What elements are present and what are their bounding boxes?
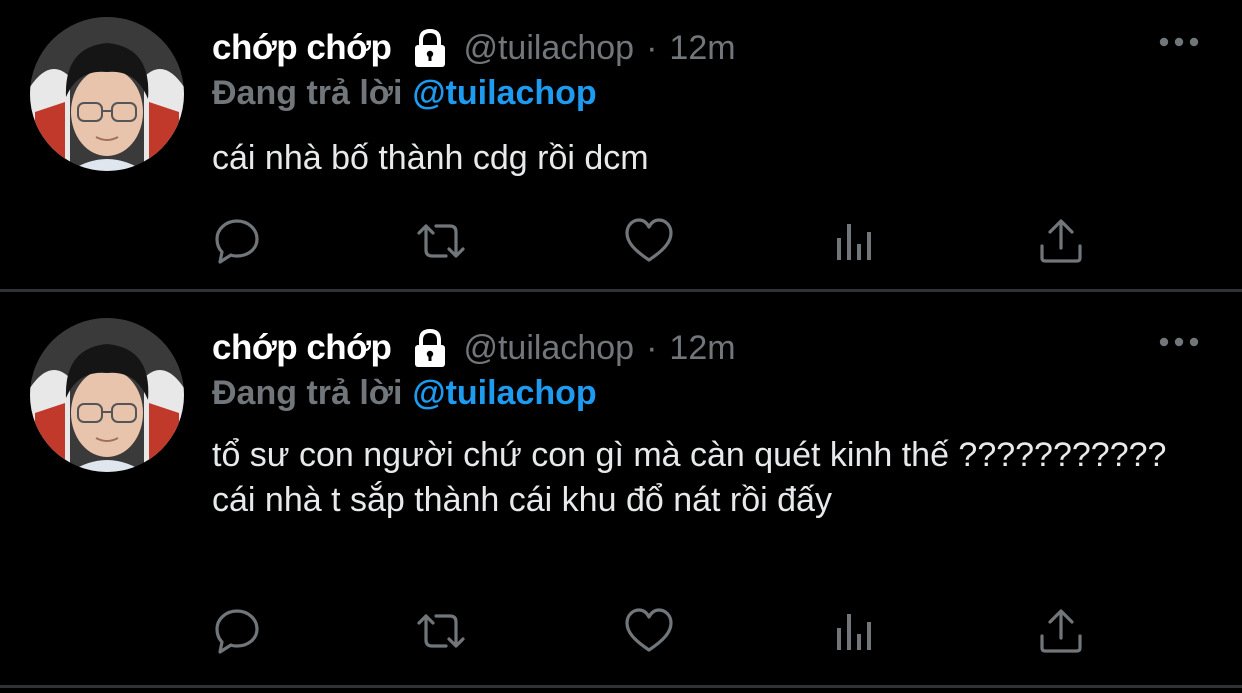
author-name[interactable]: chớp chớp bbox=[212, 328, 392, 368]
lock-icon bbox=[411, 328, 449, 368]
lock-icon bbox=[411, 28, 449, 68]
author-handle[interactable]: @tuilachop bbox=[463, 329, 634, 368]
author-handle[interactable]: @tuilachop bbox=[463, 29, 634, 68]
tweet-actions bbox=[0, 606, 1242, 656]
replying-to: Đang trả lời @tuilachop bbox=[212, 374, 597, 413]
reply-icon[interactable] bbox=[212, 216, 262, 266]
separator-dot: · bbox=[646, 328, 658, 367]
tweet-text: cái nhà bố thành cdg rồi dcm bbox=[212, 139, 649, 177]
retweet-icon[interactable] bbox=[416, 216, 466, 266]
tweet-text: tổ sư con người chứ con gì mà càn quét k… bbox=[212, 436, 1167, 519]
tweet-header: chớp chớp @tuilachop · 12m bbox=[212, 326, 736, 370]
more-icon[interactable] bbox=[1158, 32, 1200, 52]
share-icon[interactable] bbox=[1036, 606, 1086, 656]
tweet-header: chớp chớp @tuilachop · 12m bbox=[212, 26, 736, 70]
avatar[interactable] bbox=[30, 318, 184, 472]
tweet[interactable]: chớp chớp @tuilachop · 12m Đang trả lời @… bbox=[0, 292, 1242, 685]
avatar[interactable] bbox=[30, 17, 184, 171]
like-icon[interactable] bbox=[624, 216, 674, 266]
stats-icon[interactable] bbox=[831, 216, 881, 266]
tweet-actions bbox=[0, 216, 1242, 266]
reply-icon[interactable] bbox=[212, 606, 262, 656]
replying-handle[interactable]: @tuilachop bbox=[412, 74, 596, 112]
more-icon[interactable] bbox=[1158, 332, 1200, 352]
retweet-icon[interactable] bbox=[416, 606, 466, 656]
replying-label: Đang trả lời bbox=[212, 74, 403, 112]
like-icon[interactable] bbox=[624, 606, 674, 656]
replying-to: Đang trả lời @tuilachop bbox=[212, 74, 597, 113]
tweet-time[interactable]: 12m bbox=[669, 329, 735, 368]
divider bbox=[0, 685, 1242, 688]
separator-dot: · bbox=[646, 28, 658, 67]
tweet[interactable]: chớp chớp @tuilachop · 12m Đang trả lời @… bbox=[0, 0, 1242, 289]
stats-icon[interactable] bbox=[831, 606, 881, 656]
tweet-time[interactable]: 12m bbox=[669, 29, 735, 68]
share-icon[interactable] bbox=[1036, 216, 1086, 266]
replying-label: Đang trả lời bbox=[212, 374, 403, 412]
author-name[interactable]: chớp chớp bbox=[212, 28, 392, 68]
replying-handle[interactable]: @tuilachop bbox=[412, 374, 596, 412]
